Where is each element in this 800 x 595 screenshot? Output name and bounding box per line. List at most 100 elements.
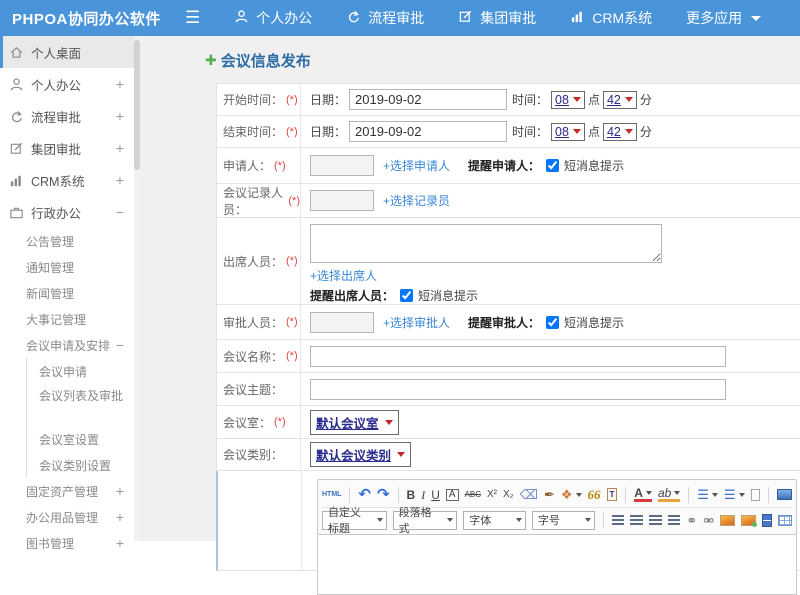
italic-button[interactable]: I [421, 489, 425, 501]
sidebar-item-library-mgmt[interactable]: 图书管理 + [0, 530, 134, 556]
paste-text-icon[interactable]: T [606, 488, 618, 501]
insert-flash-icon[interactable] [740, 514, 757, 527]
end-hour-select[interactable]: 08 [551, 122, 585, 141]
paragraph-format-select[interactable]: 段落格式 [392, 507, 458, 535]
align-center-icon[interactable] [630, 515, 643, 525]
insert-link-icon[interactable]: ⚭ [686, 514, 697, 527]
subscript-button[interactable]: X₂ [503, 489, 514, 500]
select-attendees-link[interactable]: +选择出席人 [310, 267, 377, 284]
custom-title-select[interactable]: 自定义标题 [322, 507, 387, 535]
required-mark: (*) [274, 159, 286, 172]
sidebar-item-office-supplies[interactable]: 办公用品管理 + [0, 504, 134, 530]
unordered-list-button[interactable]: ☰ [724, 488, 745, 501]
insert-image-icon[interactable] [720, 514, 735, 526]
new-page-icon[interactable] [750, 488, 761, 501]
eraser-icon[interactable]: ⌫ [520, 488, 538, 501]
expand-icon[interactable]: + [116, 108, 124, 124]
collapse-icon[interactable]: − [116, 204, 124, 220]
meeting-room-select[interactable]: 默认会议室 [310, 409, 399, 435]
palette-icon[interactable]: ❖ [561, 488, 582, 501]
sidebar-item-group-approval[interactable]: 集团审批 + [0, 132, 134, 164]
select-applicant-link[interactable]: +选择申请人 [383, 157, 450, 174]
recorder-input[interactable] [310, 190, 374, 211]
select-approver-link[interactable]: +选择审批人 [383, 314, 450, 331]
form-row-recorder: 会议记录人员： (*) +选择记录员 [217, 184, 800, 218]
select-recorder-link[interactable]: +选择记录员 [383, 192, 450, 209]
meeting-subject-input[interactable] [310, 378, 726, 400]
expand-icon[interactable]: + [116, 509, 124, 525]
blockquote-button[interactable]: 66 [588, 488, 601, 501]
ordered-list-button[interactable]: ☰ [697, 488, 718, 501]
format-brush-icon[interactable]: ✒ [544, 488, 555, 501]
html-source-button[interactable]: HTML [322, 491, 341, 498]
collapse-icon[interactable]: − [116, 337, 124, 353]
remove-link-icon[interactable]: ⚮ [703, 514, 714, 527]
topnav-crm[interactable]: CRM系统 [570, 8, 652, 28]
strikethrough-button[interactable]: ABC [465, 490, 481, 499]
start-date-input[interactable] [349, 89, 508, 110]
expand-icon[interactable]: + [116, 535, 124, 551]
remind-attendees-label: 提醒出席人员： [310, 289, 395, 303]
sidebar-bottom-items: 固定资产管理 + 办公用品管理 + 图书管理 + [0, 478, 134, 556]
sidebar-item-process-approval[interactable]: 流程审批 + [0, 100, 134, 132]
attendees-textarea[interactable] [310, 224, 662, 263]
approver-sms-checkbox[interactable] [546, 315, 560, 329]
sidebar-item-crm[interactable]: CRM系统 + [0, 164, 134, 196]
insert-table-icon[interactable] [778, 514, 793, 526]
process-icon [346, 9, 361, 27]
expand-icon[interactable]: + [116, 172, 124, 188]
rich-text-editor: HTML ↶ ↷ B I U A ABC X² X₂ ⌫ ✒ ❖ 66 T A … [317, 479, 797, 595]
expand-icon[interactable]: + [116, 483, 124, 499]
sidebar-item-admin-office[interactable]: 行政办公 − [0, 196, 134, 228]
font-color-button[interactable]: A [634, 487, 652, 502]
start-minute-select[interactable]: 42 [602, 90, 637, 109]
sidebar-item-meeting-list[interactable]: 会议列表及审批 [27, 384, 135, 426]
fullscreen-icon[interactable] [777, 489, 792, 500]
topnav-personal-office[interactable]: 个人办公 [234, 8, 312, 28]
sidebar-item-fixed-assets[interactable]: 固定资产管理 + [0, 478, 134, 504]
sidebar-item-announcement-mgmt[interactable]: 公告管理 [0, 228, 134, 254]
underline-button[interactable]: U [431, 489, 440, 501]
form-row-attendees: 出席人员： (*) +选择出席人 提醒出席人员： 短消息提示 [217, 218, 800, 305]
applicant-input[interactable] [310, 155, 374, 176]
redo-icon[interactable]: ↷ [377, 487, 390, 502]
sidebar-item-meeting-request[interactable]: 会议申请及安排 − [0, 332, 134, 358]
attendees-sms-checkbox[interactable] [400, 289, 414, 302]
sidebar-item-personal-office[interactable]: 个人办公 + [0, 68, 134, 100]
align-justify-icon[interactable] [667, 515, 681, 525]
highlight-color-button[interactable]: ab [657, 487, 681, 502]
start-hour-select[interactable]: 08 [551, 90, 585, 109]
topnav-more-apps[interactable]: 更多应用 [686, 8, 762, 28]
sidebar-item-meeting-room-setup[interactable]: 会议室设置 [27, 426, 134, 452]
applicant-sms-checkbox[interactable] [546, 159, 560, 172]
add-icon: ✚ [205, 52, 217, 68]
approver-input[interactable] [310, 311, 374, 333]
font-style-button[interactable]: A [445, 488, 459, 501]
expand-icon[interactable]: + [116, 76, 124, 92]
insert-media-icon[interactable] [761, 513, 773, 527]
end-date-input[interactable] [349, 121, 508, 142]
topnav-group-approval[interactable]: 集团审批 [458, 8, 536, 28]
align-right-icon[interactable] [648, 515, 662, 525]
sidebar-item-notice-mgmt[interactable]: 通知管理 [0, 254, 134, 280]
topnav-process-approval[interactable]: 流程审批 [346, 8, 424, 28]
font-size-select[interactable]: 字号 [531, 510, 595, 530]
end-minute-select[interactable]: 42 [602, 122, 637, 141]
superscript-button[interactable]: X² [487, 489, 497, 500]
undo-icon[interactable]: ↶ [358, 487, 371, 502]
sidebar-item-news-mgmt[interactable]: 新闻管理 [0, 280, 134, 306]
sidebar-item-meeting-apply[interactable]: 会议申请 [27, 358, 134, 384]
sidebar-item-meeting-category-setup[interactable]: 会议类别设置 [27, 452, 134, 478]
align-left-icon[interactable] [611, 515, 625, 525]
editor-toolbar-row-2: 自定义标题 段落格式 字体 字号 ⚭ ⚮ [322, 507, 793, 535]
editor-content-area[interactable] [317, 535, 797, 595]
sidebar-item-desktop[interactable]: 个人桌面 [0, 36, 134, 68]
menu-toggle-icon[interactable]: ☰ [185, 8, 200, 28]
meeting-name-input[interactable] [310, 345, 726, 367]
meeting-category-select[interactable]: 默认会议类别 [310, 442, 412, 467]
bold-button[interactable]: B [407, 489, 416, 501]
expand-icon[interactable]: + [116, 140, 124, 156]
sidebar-item-events-mgmt[interactable]: 大事记管理 [0, 306, 134, 332]
caret-down-icon [447, 518, 454, 522]
font-family-select[interactable]: 字体 [463, 510, 526, 530]
